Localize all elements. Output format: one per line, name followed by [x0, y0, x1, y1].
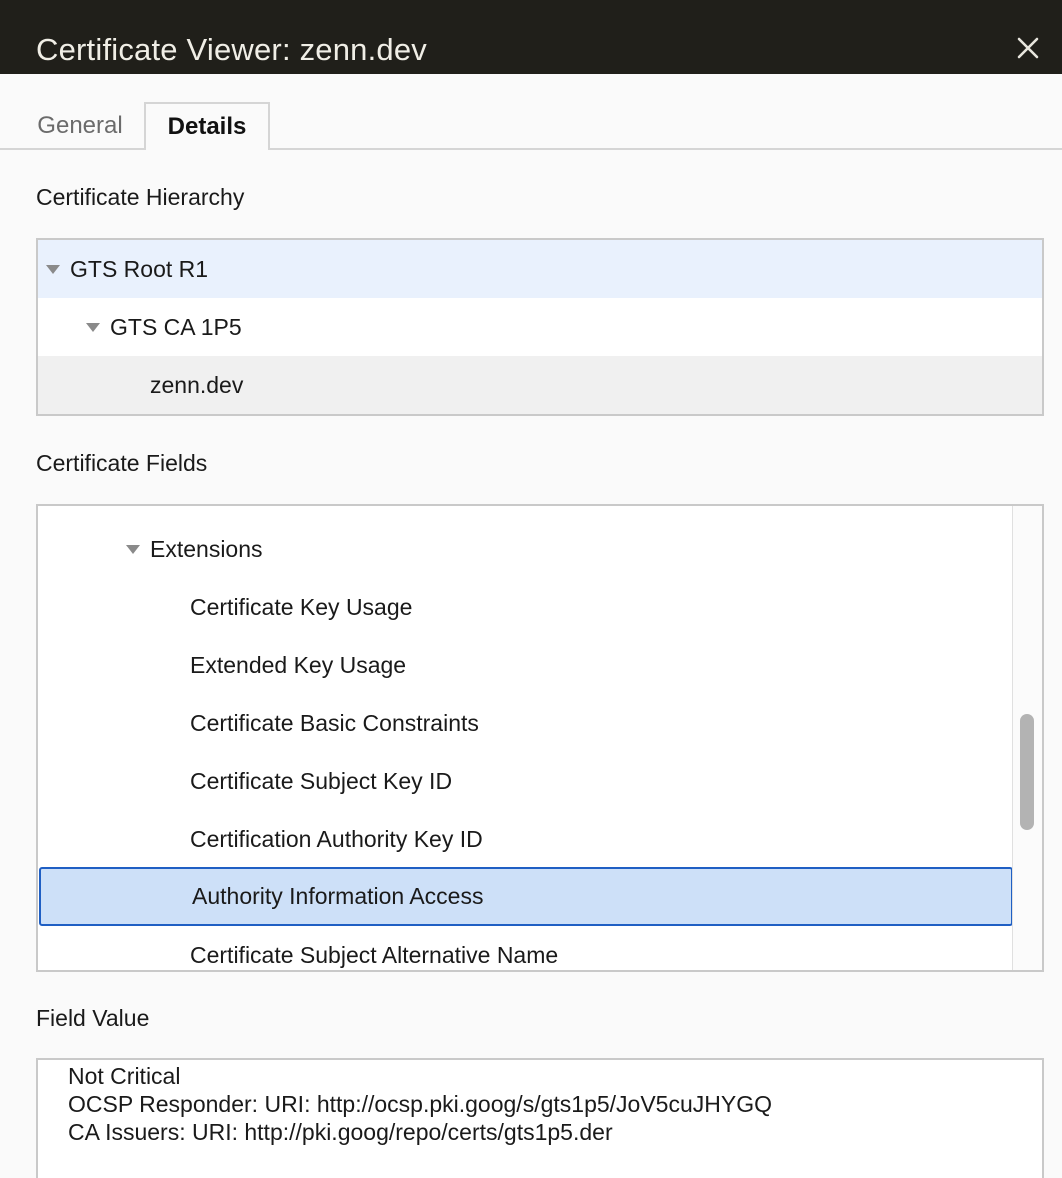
fields-label: Certificate Fields: [36, 450, 208, 476]
tab-details[interactable]: Details: [144, 102, 270, 152]
field-item-label: Certification Authority Key ID: [190, 825, 483, 852]
value-line: CA Issuers: URI: http://pki.goog/repo/ce…: [68, 1119, 613, 1145]
expand-triangle-icon[interactable]: [46, 264, 60, 274]
value-label: Field Value: [36, 1005, 150, 1031]
field-item[interactable]: Certification Authority Key ID: [38, 810, 1012, 868]
tree-item-label: GTS Root R1: [70, 255, 209, 282]
field-item-label: Extended Key Usage: [190, 651, 407, 678]
title-bar: Certificate Viewer: zenn.dev: [0, 0, 1062, 74]
field-item-label: Certificate Subject Key ID: [190, 767, 453, 794]
tree-item-zenn-dev[interactable]: zenn.dev: [38, 356, 1042, 414]
close-button[interactable]: [1008, 30, 1048, 66]
tree-item-label: zenn.dev: [150, 371, 244, 398]
field-value-text: Not Critical OCSP Responder: URI: http://…: [68, 1062, 772, 1146]
hierarchy-tree: GTS Root R1 GTS CA 1P5 zenn.dev: [36, 238, 1044, 416]
tab-bar: General Details: [0, 74, 1062, 152]
scrollbar-thumb[interactable]: [1020, 714, 1034, 830]
hierarchy-label: Certificate Hierarchy: [36, 184, 245, 210]
field-item[interactable]: Certificate Subject Key ID: [38, 752, 1012, 810]
value-line: Not Critical: [68, 1063, 181, 1089]
tree-item-gts-root-r1[interactable]: GTS Root R1: [38, 240, 1042, 298]
tab-general[interactable]: General: [18, 102, 142, 150]
field-item[interactable]: Extended Key Usage: [38, 636, 1012, 694]
expand-triangle-icon[interactable]: [86, 322, 100, 332]
expand-triangle-icon[interactable]: [126, 544, 140, 554]
field-item-label: Certificate Basic Constraints: [190, 709, 479, 736]
field-item-extensions[interactable]: Extensions: [38, 520, 1012, 578]
fields-tree: Extensions Certificate Key Usage Extende…: [36, 504, 1044, 972]
field-item[interactable]: Certificate Key Usage: [38, 578, 1012, 636]
field-item-label: Extensions: [150, 535, 263, 562]
value-line: OCSP Responder: URI: http://ocsp.pki.goo…: [68, 1091, 772, 1117]
close-icon: [1017, 37, 1039, 59]
field-value-box[interactable]: Not Critical OCSP Responder: URI: http://…: [36, 1058, 1044, 1178]
field-item-label: Certificate Key Usage: [190, 593, 413, 620]
field-item[interactable]: Certificate Basic Constraints: [38, 694, 1012, 752]
field-item-selected[interactable]: Authority Information Access: [39, 867, 1013, 926]
fields-scrollbar[interactable]: [1012, 506, 1042, 970]
field-item-label: Authority Information Access: [192, 883, 484, 909]
field-item[interactable]: Certificate Subject Alternative Name: [38, 926, 1012, 970]
window-title: Certificate Viewer: zenn.dev: [36, 32, 427, 67]
tree-item-gts-ca-1p5[interactable]: GTS CA 1P5: [38, 298, 1042, 356]
field-item-label: Certificate Subject Alternative Name: [190, 941, 559, 968]
tree-item-label: GTS CA 1P5: [110, 313, 242, 340]
